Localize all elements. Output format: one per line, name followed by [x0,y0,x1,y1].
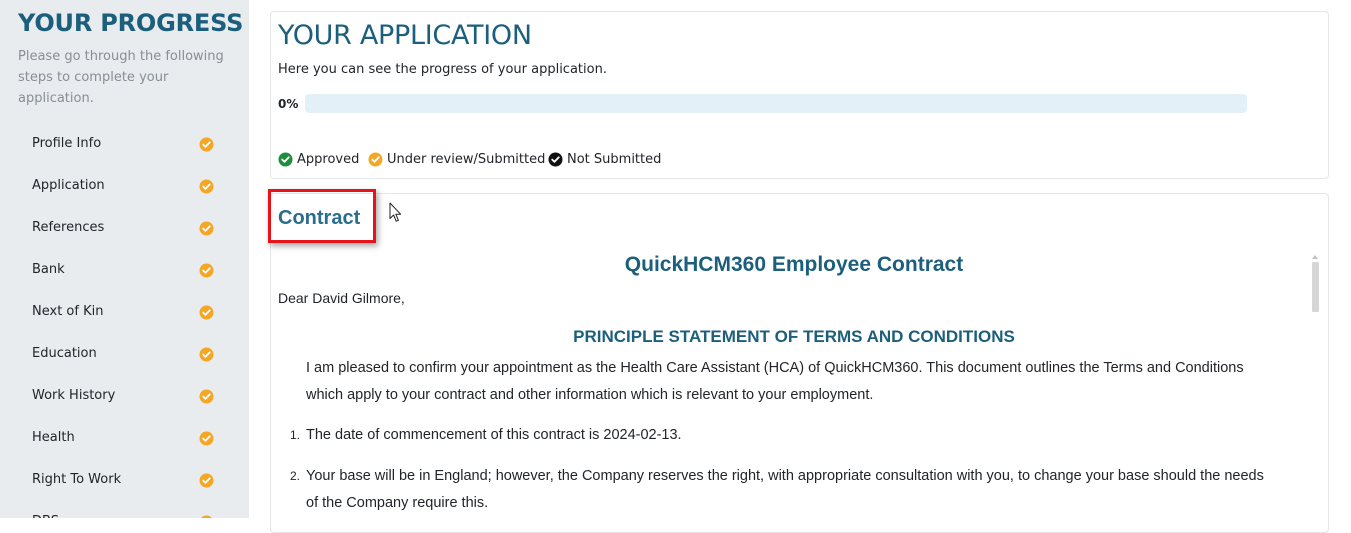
sidebar-item-label: DBS [32,514,59,518]
sidebar-item-next-of-kin[interactable]: Next of Kin [0,291,249,333]
check-circle-icon [199,347,214,362]
legend-label: Approved [297,152,360,167]
list-item-number: 2. [290,469,301,483]
legend-label: Under review/Submitted [387,152,546,167]
check-circle-icon [199,473,214,488]
legend-label: Not Submitted [567,152,662,167]
sidebar-title: YOUR PROGRESS [18,9,244,37]
list-item-text: Your base will be in England; however, t… [306,468,1264,511]
sidebar-item-label: Next of Kin [32,304,104,319]
list-item-number: 1. [290,428,301,442]
check-circle-icon [199,431,214,446]
check-circle-icon [199,305,214,320]
progress-bar [305,94,1247,113]
page-subtitle: Here you can see the progress of your ap… [278,62,607,77]
legend-under-review: Under review/Submitted [368,152,545,167]
mouse-cursor-icon [389,202,402,222]
contract-greeting: Dear David Gilmore, [278,290,405,306]
check-circle-icon [548,152,563,167]
sidebar-step-list: Profile Info Application References Bank Nex… [0,123,249,518]
check-circle-icon [199,389,214,404]
check-circle-icon [278,152,293,167]
progress-percent: 0% [278,97,299,111]
sidebar-item-right-to-work[interactable]: Right To Work [0,459,249,501]
page-title: YOUR APPLICATION [278,20,532,51]
sidebar-item-profile-info[interactable]: Profile Info [0,123,249,165]
sidebar-item-label: Health [32,430,75,445]
sidebar-item-label: Bank [32,262,65,277]
contract-document: QuickHCM360 Employee Contract Dear David… [278,250,1308,518]
legend-approved: Approved [278,152,359,167]
sidebar-item-references[interactable]: References [0,207,249,249]
contract-intro-paragraph: I am pleased to confirm your appointment… [306,360,1244,403]
document-scrollbar-thumb[interactable] [1312,262,1319,312]
annotation-highlight-box [268,189,376,243]
sidebar-item-label: References [32,220,105,235]
sidebar-item-label: Profile Info [32,136,102,151]
contract-section-title: PRINCIPLE STATEMENT OF TERMS AND CONDITI… [573,327,1015,346]
sidebar-item-label: Application [32,178,105,193]
sidebar-item-education[interactable]: Education [0,333,249,375]
sidebar-item-bank[interactable]: Bank [0,249,249,291]
sidebar-item-health[interactable]: Health [0,417,249,459]
check-circle-icon [199,179,214,194]
sidebar-description: Please go through the following steps to… [18,49,224,106]
legend-not-submitted: Not Submitted [548,152,661,167]
check-circle-icon [368,152,383,167]
check-circle-icon [199,221,214,236]
check-circle-icon [199,137,214,152]
sidebar-item-dbs[interactable]: DBS [0,501,249,518]
progress-sidebar: YOUR PROGRESS Please go through the foll… [0,0,249,518]
sidebar-item-label: Right To Work [32,472,122,487]
contract-document-title: QuickHCM360 Employee Contract [624,253,964,276]
check-circle-icon [199,263,214,278]
list-item-text: The date of commencement of this contrac… [306,427,682,443]
scroll-up-arrow-icon[interactable] [1312,255,1318,259]
sidebar-item-label: Work History [32,388,116,403]
sidebar-item-label: Education [32,346,97,361]
sidebar-item-application[interactable]: Application [0,165,249,207]
sidebar-item-work-history[interactable]: Work History [0,375,249,417]
